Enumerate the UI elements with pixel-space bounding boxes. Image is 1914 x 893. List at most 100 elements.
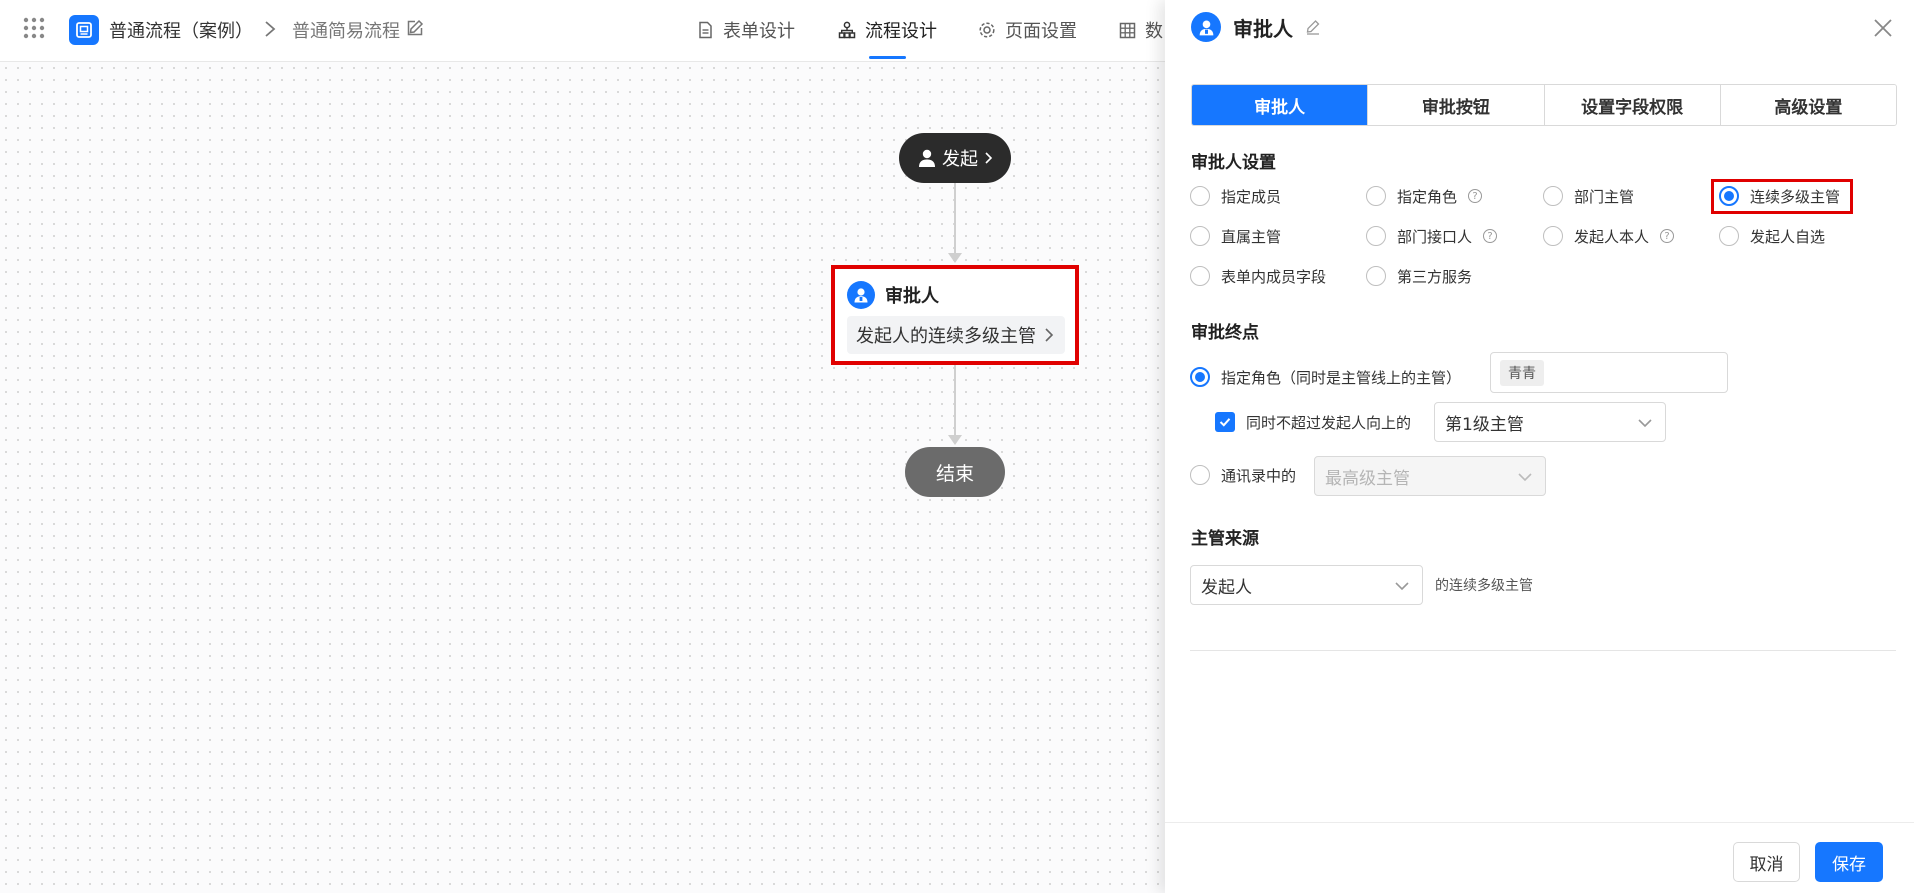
option-label: 第三方服务 <box>1397 267 1473 286</box>
chevron-down-icon <box>1638 419 1652 428</box>
approver-node-title: 审批人 <box>885 286 939 307</box>
tab-form-design[interactable]: 表单设计 <box>697 17 795 43</box>
edit-icon[interactable] <box>406 19 424 37</box>
option-label: 指定角色 <box>1397 187 1458 206</box>
tab-flow-design[interactable]: 流程设计 <box>838 17 937 43</box>
option-label: 指定成员 <box>1221 187 1282 206</box>
tab-approve-buttons[interactable]: 审批按钮 <box>1368 85 1545 125</box>
radio[interactable] <box>1190 226 1210 246</box>
option-label: 部门主管 <box>1574 187 1635 206</box>
approver-drawer: 审批人 审批人 审批按钮 设置字段权限 高级设置 审批人设置 <box>1165 0 1914 893</box>
radio[interactable] <box>1190 465 1210 485</box>
flow-icon <box>838 21 856 39</box>
role-tag[interactable]: 青青 <box>1500 360 1544 386</box>
footer-divider <box>1165 822 1914 823</box>
select-value: 发起人 <box>1201 577 1252 598</box>
user-icon <box>919 149 935 167</box>
radio[interactable] <box>1543 186 1563 206</box>
tab-page-settings[interactable]: 页面设置 <box>978 17 1077 43</box>
connector-line <box>954 365 956 437</box>
radio[interactable] <box>1366 266 1386 286</box>
approver-node-header: 审批人 <box>847 281 939 309</box>
contacts-level-select: 最高级主管 <box>1314 456 1546 496</box>
option-label: 指定角色（同时是主管线上的主管） <box>1221 368 1462 387</box>
connector-arrow <box>948 253 962 263</box>
endpoint-title: 审批终点 <box>1191 323 1259 343</box>
option-label: 通讯录中的 <box>1221 466 1297 485</box>
radio[interactable] <box>1190 266 1210 286</box>
option-specified-member[interactable]: 指定成员 <box>1190 184 1281 208</box>
option-dept-head[interactable]: 部门主管 <box>1543 184 1634 208</box>
checkbox-checked[interactable] <box>1215 412 1235 432</box>
flow-canvas[interactable]: 发起 审批人 发起人的连续多级主管 结束 <box>0 62 1165 893</box>
chevron-right-icon <box>1045 328 1054 342</box>
approver-node-desc-box: 发起人的连续多级主管 <box>847 316 1065 354</box>
approver-avatar-icon <box>1191 12 1221 42</box>
help-icon[interactable]: ? <box>1483 229 1498 243</box>
chevron-down-icon <box>1395 582 1409 591</box>
app-title[interactable]: 普通流程（案例） <box>109 17 253 43</box>
radio[interactable] <box>1190 186 1210 206</box>
source-title: 主管来源 <box>1191 529 1259 549</box>
radio[interactable] <box>1366 226 1386 246</box>
option-multi-level-supervisor[interactable]: 连续多级主管 <box>1719 184 1840 208</box>
level-select[interactable]: 第1级主管 <box>1434 402 1666 442</box>
help-icon[interactable]: ? <box>1660 229 1675 243</box>
radio[interactable] <box>1543 226 1563 246</box>
option-label: 连续多级主管 <box>1750 187 1841 206</box>
tab-label: 表单设计 <box>723 21 795 42</box>
limit-checkbox-row[interactable]: 同时不超过发起人向上的 <box>1215 410 1411 434</box>
approver-node-desc: 发起人的连续多级主管 <box>856 326 1036 347</box>
divider <box>1190 650 1896 651</box>
edit-pencil-icon[interactable] <box>1305 19 1321 35</box>
option-label: 发起人自选 <box>1750 227 1826 246</box>
breadcrumb-current: 普通简易流程 <box>292 21 400 42</box>
gear-icon <box>979 22 995 38</box>
select-value: 最高级主管 <box>1325 468 1410 489</box>
option-third-party-service[interactable]: 第三方服务 <box>1366 264 1472 288</box>
tab-label: 流程设计 <box>865 21 937 42</box>
tab-approver[interactable]: 审批人 <box>1192 85 1369 125</box>
connector-line <box>954 183 956 255</box>
approver-avatar-icon <box>847 281 875 309</box>
apps-grid-icon[interactable] <box>23 17 45 39</box>
source-select[interactable]: 发起人 <box>1190 565 1423 605</box>
tab-field-permissions[interactable]: 设置字段权限 <box>1544 85 1721 125</box>
check-icon <box>1219 418 1231 427</box>
radio[interactable] <box>1366 186 1386 206</box>
option-direct-supervisor[interactable]: 直属主管 <box>1190 224 1281 248</box>
radio[interactable] <box>1719 226 1739 246</box>
form-icon <box>76 22 92 38</box>
option-dept-contact[interactable]: 部门接口人 ? <box>1366 224 1498 248</box>
option-label: 发起人本人 <box>1574 227 1650 246</box>
checkbox-label: 同时不超过发起人向上的 <box>1246 413 1412 432</box>
option-endpoint-role[interactable]: 指定角色（同时是主管线上的主管） <box>1190 365 1461 389</box>
help-icon[interactable]: ? <box>1468 189 1483 203</box>
tab-label: 数 <box>1145 21 1163 42</box>
drawer-title: 审批人 <box>1233 16 1293 41</box>
approver-node[interactable]: 审批人 发起人的连续多级主管 <box>831 265 1079 365</box>
option-initiator-choice[interactable]: 发起人自选 <box>1719 224 1825 248</box>
end-node: 结束 <box>905 447 1005 497</box>
close-icon[interactable] <box>1871 16 1895 40</box>
radio-selected[interactable] <box>1719 186 1739 206</box>
tab-advanced-settings[interactable]: 高级设置 <box>1720 85 1896 125</box>
save-button[interactable]: 保存 <box>1815 842 1883 882</box>
chevron-right-icon <box>985 152 993 164</box>
option-form-member-field[interactable]: 表单内成员字段 <box>1190 264 1326 288</box>
active-tab-indicator <box>869 56 906 59</box>
drawer-header: 审批人 <box>1191 12 1321 42</box>
option-initiator-self[interactable]: 发起人本人 ? <box>1543 224 1675 248</box>
option-label: 直属主管 <box>1221 227 1282 246</box>
role-picker-input[interactable]: 青青 <box>1490 352 1728 393</box>
cancel-button[interactable]: 取消 <box>1733 842 1800 882</box>
option-endpoint-contacts[interactable]: 通讯录中的 <box>1190 463 1296 487</box>
radio-selected[interactable] <box>1190 367 1210 387</box>
start-node[interactable]: 发起 <box>899 133 1011 183</box>
end-node-label: 结束 <box>935 462 974 485</box>
tab-data[interactable]: 数 <box>1119 17 1163 43</box>
select-value: 第1级主管 <box>1445 414 1524 435</box>
source-suffix: 的连续多级主管 <box>1435 578 1533 594</box>
option-label: 部门接口人 <box>1397 227 1473 246</box>
option-specified-role[interactable]: 指定角色 ? <box>1366 184 1483 208</box>
